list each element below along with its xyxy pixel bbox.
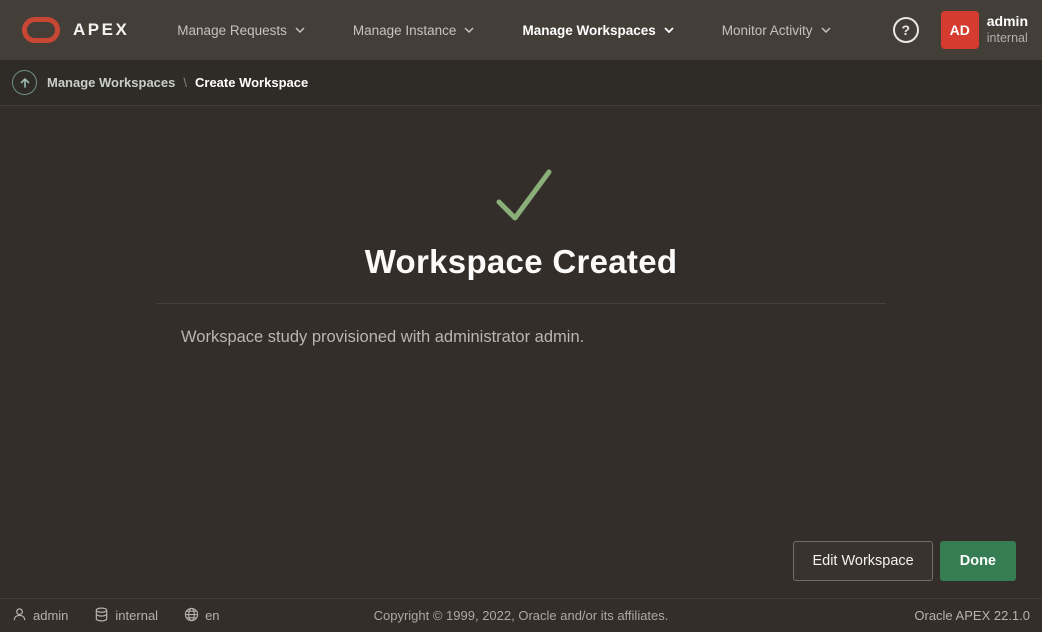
done-button[interactable]: Done (940, 541, 1016, 581)
top-navigation-bar: APEX Manage Requests Manage Instance Man… (0, 0, 1042, 60)
chevron-down-icon (821, 27, 831, 33)
edit-workspace-button[interactable]: Edit Workspace (793, 541, 932, 581)
user-instance: internal (987, 31, 1028, 47)
nav-label: Manage Requests (177, 23, 287, 38)
avatar[interactable]: AD (941, 11, 979, 49)
footer: admin internal (0, 598, 1042, 632)
success-message: Workspace study provisioned with adminis… (181, 328, 886, 347)
person-icon (12, 607, 27, 625)
footer-left: admin internal (12, 607, 220, 625)
footer-user: admin (12, 607, 68, 625)
check-mark-icon (488, 164, 554, 229)
oracle-logo-icon (22, 17, 60, 43)
header-right: ? AD admin internal (893, 11, 1028, 49)
footer-instance-label: internal (115, 608, 158, 623)
brand-name: APEX (73, 20, 129, 40)
nav-manage-instance[interactable]: Manage Instance (329, 0, 499, 60)
footer-instance: internal (94, 607, 158, 625)
user-name: admin (987, 13, 1028, 31)
breadcrumb-current: Create Workspace (195, 75, 308, 90)
chevron-down-icon (295, 27, 305, 33)
version-text: Oracle APEX 22.1.0 (914, 608, 1030, 623)
footer-user-label: admin (33, 608, 68, 623)
nav-manage-requests[interactable]: Manage Requests (153, 0, 329, 60)
main-content: Workspace Created Workspace study provis… (0, 106, 1042, 598)
user-meta: admin internal (987, 13, 1028, 46)
nav-monitor-activity[interactable]: Monitor Activity (698, 0, 855, 60)
nav-label: Monitor Activity (722, 23, 813, 38)
breadcrumb-separator: \ (183, 75, 187, 90)
breadcrumb: Manage Workspaces \ Create Workspace (0, 60, 1042, 106)
apex-admin-app: APEX Manage Requests Manage Instance Man… (0, 0, 1042, 632)
chevron-down-icon (664, 27, 674, 33)
up-arrow-icon[interactable] (12, 70, 37, 95)
copyright-text: Copyright © 1999, 2022, Oracle and/or it… (374, 608, 669, 623)
message-region: Workspace study provisioned with adminis… (156, 303, 886, 347)
chevron-down-icon (464, 27, 474, 33)
footer-language: en (184, 607, 219, 625)
nav-label: Manage Instance (353, 23, 457, 38)
help-icon[interactable]: ? (893, 17, 919, 43)
main-nav: Manage Requests Manage Instance Manage W… (153, 0, 854, 60)
button-bar: Edit Workspace Done (793, 541, 1016, 581)
database-icon (94, 607, 109, 625)
nav-manage-workspaces[interactable]: Manage Workspaces (498, 0, 697, 60)
footer-language-label: en (205, 608, 219, 623)
brand[interactable]: APEX (22, 17, 129, 43)
page-title: Workspace Created (0, 243, 1042, 281)
nav-label: Manage Workspaces (522, 23, 655, 38)
globe-icon (184, 607, 199, 625)
success-header: Workspace Created (0, 106, 1042, 281)
breadcrumb-parent-link[interactable]: Manage Workspaces (47, 75, 175, 90)
